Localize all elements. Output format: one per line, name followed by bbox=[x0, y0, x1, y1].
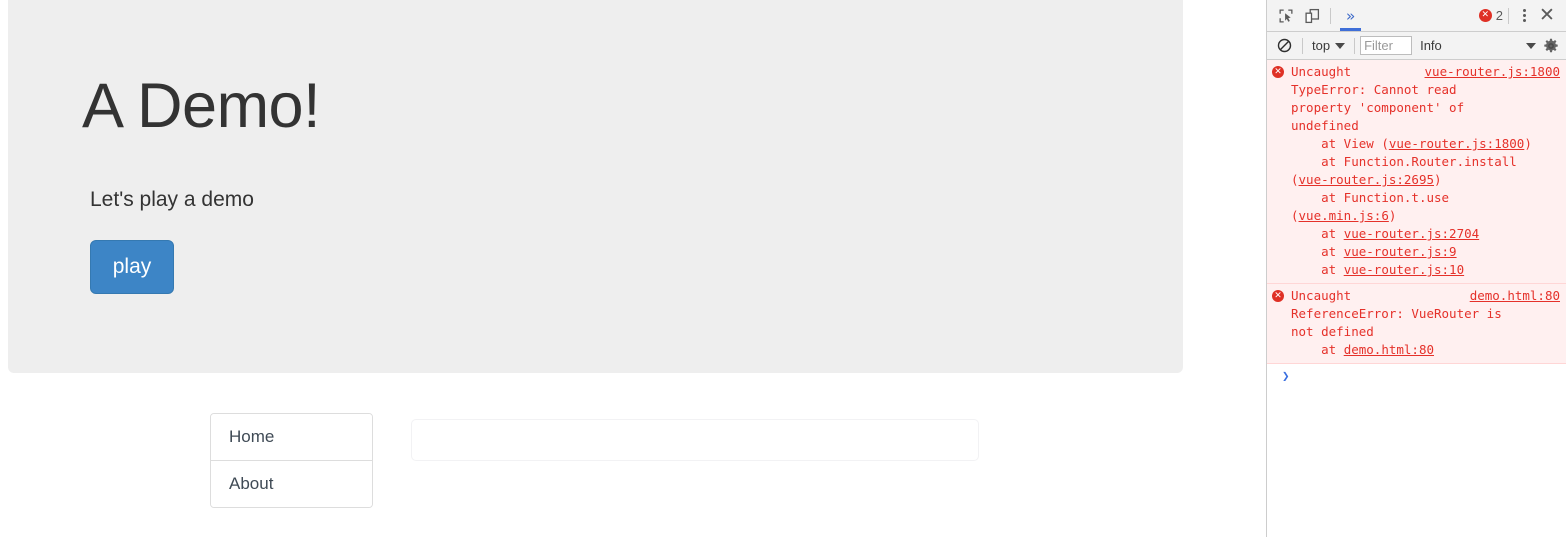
close-icon[interactable]: ✕ bbox=[1534, 3, 1560, 29]
stack-frame-prefix: at bbox=[1291, 244, 1344, 259]
context-label: top bbox=[1312, 38, 1331, 53]
filterbar-divider-1 bbox=[1302, 37, 1303, 54]
lower-content-row: Home About bbox=[0, 413, 1266, 537]
error-icon: ✕ bbox=[1478, 9, 1492, 22]
toolbar-divider-2 bbox=[1508, 7, 1509, 24]
stack-frame-prefix: at View ( bbox=[1291, 136, 1389, 151]
error-body: ReferenceError: VueRouter is not defined… bbox=[1273, 305, 1560, 359]
more-tabs-button[interactable]: » bbox=[1336, 0, 1365, 31]
list-item-home[interactable]: Home bbox=[211, 414, 372, 461]
page-title: A Demo! bbox=[82, 71, 321, 141]
inspect-element-icon[interactable] bbox=[1273, 3, 1299, 29]
stack-frame-prefix: at bbox=[1291, 342, 1344, 357]
stack-frame-link[interactable]: vue-router.js:2704 bbox=[1344, 226, 1479, 241]
log-level-dropdown-arrow[interactable] bbox=[1522, 42, 1540, 49]
context-selector[interactable]: top bbox=[1308, 38, 1349, 53]
log-level-label: Info bbox=[1420, 38, 1442, 53]
jumbotron: A Demo! Let's play a demo play bbox=[8, 0, 1183, 373]
error-header: Uncaught vue-router.js:1800 bbox=[1273, 63, 1560, 81]
error-icon: ✕ bbox=[1272, 290, 1284, 302]
console-input-row[interactable]: ❯ bbox=[1267, 364, 1566, 388]
filterbar-divider-2 bbox=[1354, 37, 1356, 54]
more-tabs-label: » bbox=[1346, 6, 1356, 25]
web-page-viewport: A Demo! Let's play a demo play Home Abou… bbox=[0, 0, 1266, 537]
error-title: Uncaught bbox=[1291, 288, 1352, 303]
stack-frame-suffix: ) bbox=[1524, 136, 1532, 151]
error-count-badge[interactable]: ✕ 2 bbox=[1478, 8, 1503, 23]
console-messages-area[interactable]: ✕ Uncaught vue-router.js:1800 TypeError:… bbox=[1267, 60, 1566, 536]
stack-frame-link[interactable]: vue-router.js:10 bbox=[1344, 262, 1464, 277]
filter-input[interactable] bbox=[1360, 36, 1413, 55]
error-body: TypeError: Cannot read property 'compone… bbox=[1273, 81, 1560, 279]
list-item-about[interactable]: About bbox=[211, 461, 372, 507]
stack-frame-suffix: ) bbox=[1388, 208, 1397, 223]
stack-frame-link[interactable]: demo.html:80 bbox=[1344, 342, 1434, 357]
clear-console-icon[interactable] bbox=[1271, 33, 1297, 59]
active-tab-underline bbox=[1340, 28, 1362, 31]
error-line: property 'component' of bbox=[1291, 100, 1465, 115]
chevron-down-icon-2 bbox=[1526, 42, 1536, 49]
stack-frame-suffix: ) bbox=[1434, 172, 1442, 187]
kebab-menu-icon[interactable] bbox=[1514, 3, 1534, 29]
stack-frame-prefix: at bbox=[1291, 226, 1344, 241]
stack-frame-link[interactable]: vue-router.js:1800 bbox=[1389, 136, 1524, 151]
console-error-message[interactable]: ✕ Uncaught demo.html:80 ReferenceError: … bbox=[1267, 284, 1566, 364]
stack-frame-prefix: at bbox=[1291, 262, 1344, 277]
toolbar-divider bbox=[1330, 7, 1331, 24]
error-line: TypeError: Cannot read bbox=[1291, 82, 1457, 97]
stack-frame-link[interactable]: vue.min.js:6 bbox=[1299, 208, 1389, 223]
device-toolbar-icon[interactable] bbox=[1299, 3, 1325, 29]
stack-frame-link[interactable]: vue-router.js:9 bbox=[1344, 244, 1457, 259]
nav-list-group: Home About bbox=[210, 413, 373, 508]
error-count-label: 2 bbox=[1495, 8, 1503, 23]
error-source-link[interactable]: vue-router.js:1800 bbox=[1425, 63, 1560, 81]
page-subtitle: Let's play a demo bbox=[90, 188, 254, 211]
chevron-down-icon bbox=[1335, 42, 1346, 49]
log-level-selector[interactable]: Info bbox=[1412, 38, 1442, 53]
router-view-panel bbox=[411, 419, 979, 461]
error-icon: ✕ bbox=[1272, 66, 1284, 78]
error-header: Uncaught demo.html:80 bbox=[1273, 287, 1560, 305]
stack-frame-link[interactable]: vue-router.js:2695 bbox=[1299, 172, 1434, 187]
settings-gear-icon[interactable] bbox=[1540, 35, 1562, 57]
console-filter-toolbar: top Info bbox=[1267, 32, 1566, 60]
error-line: ReferenceError: VueRouter is bbox=[1291, 306, 1502, 321]
console-error-message[interactable]: ✕ Uncaught vue-router.js:1800 TypeError:… bbox=[1267, 60, 1566, 284]
prompt-chevron-icon: ❯ bbox=[1282, 368, 1290, 383]
error-line: not defined bbox=[1291, 324, 1374, 339]
devtools-panel: » ✕ 2 ✕ top Filter Info ✕ Uncaught vue-r… bbox=[1266, 0, 1566, 537]
error-line: undefined bbox=[1291, 118, 1359, 133]
error-title: Uncaught bbox=[1291, 64, 1352, 79]
devtools-toolbar: » ✕ 2 ✕ bbox=[1267, 0, 1566, 32]
play-button[interactable]: play bbox=[90, 240, 174, 294]
browser-screen: A Demo! Let's play a demo play Home Abou… bbox=[0, 0, 1566, 537]
error-source-link[interactable]: demo.html:80 bbox=[1470, 287, 1560, 305]
